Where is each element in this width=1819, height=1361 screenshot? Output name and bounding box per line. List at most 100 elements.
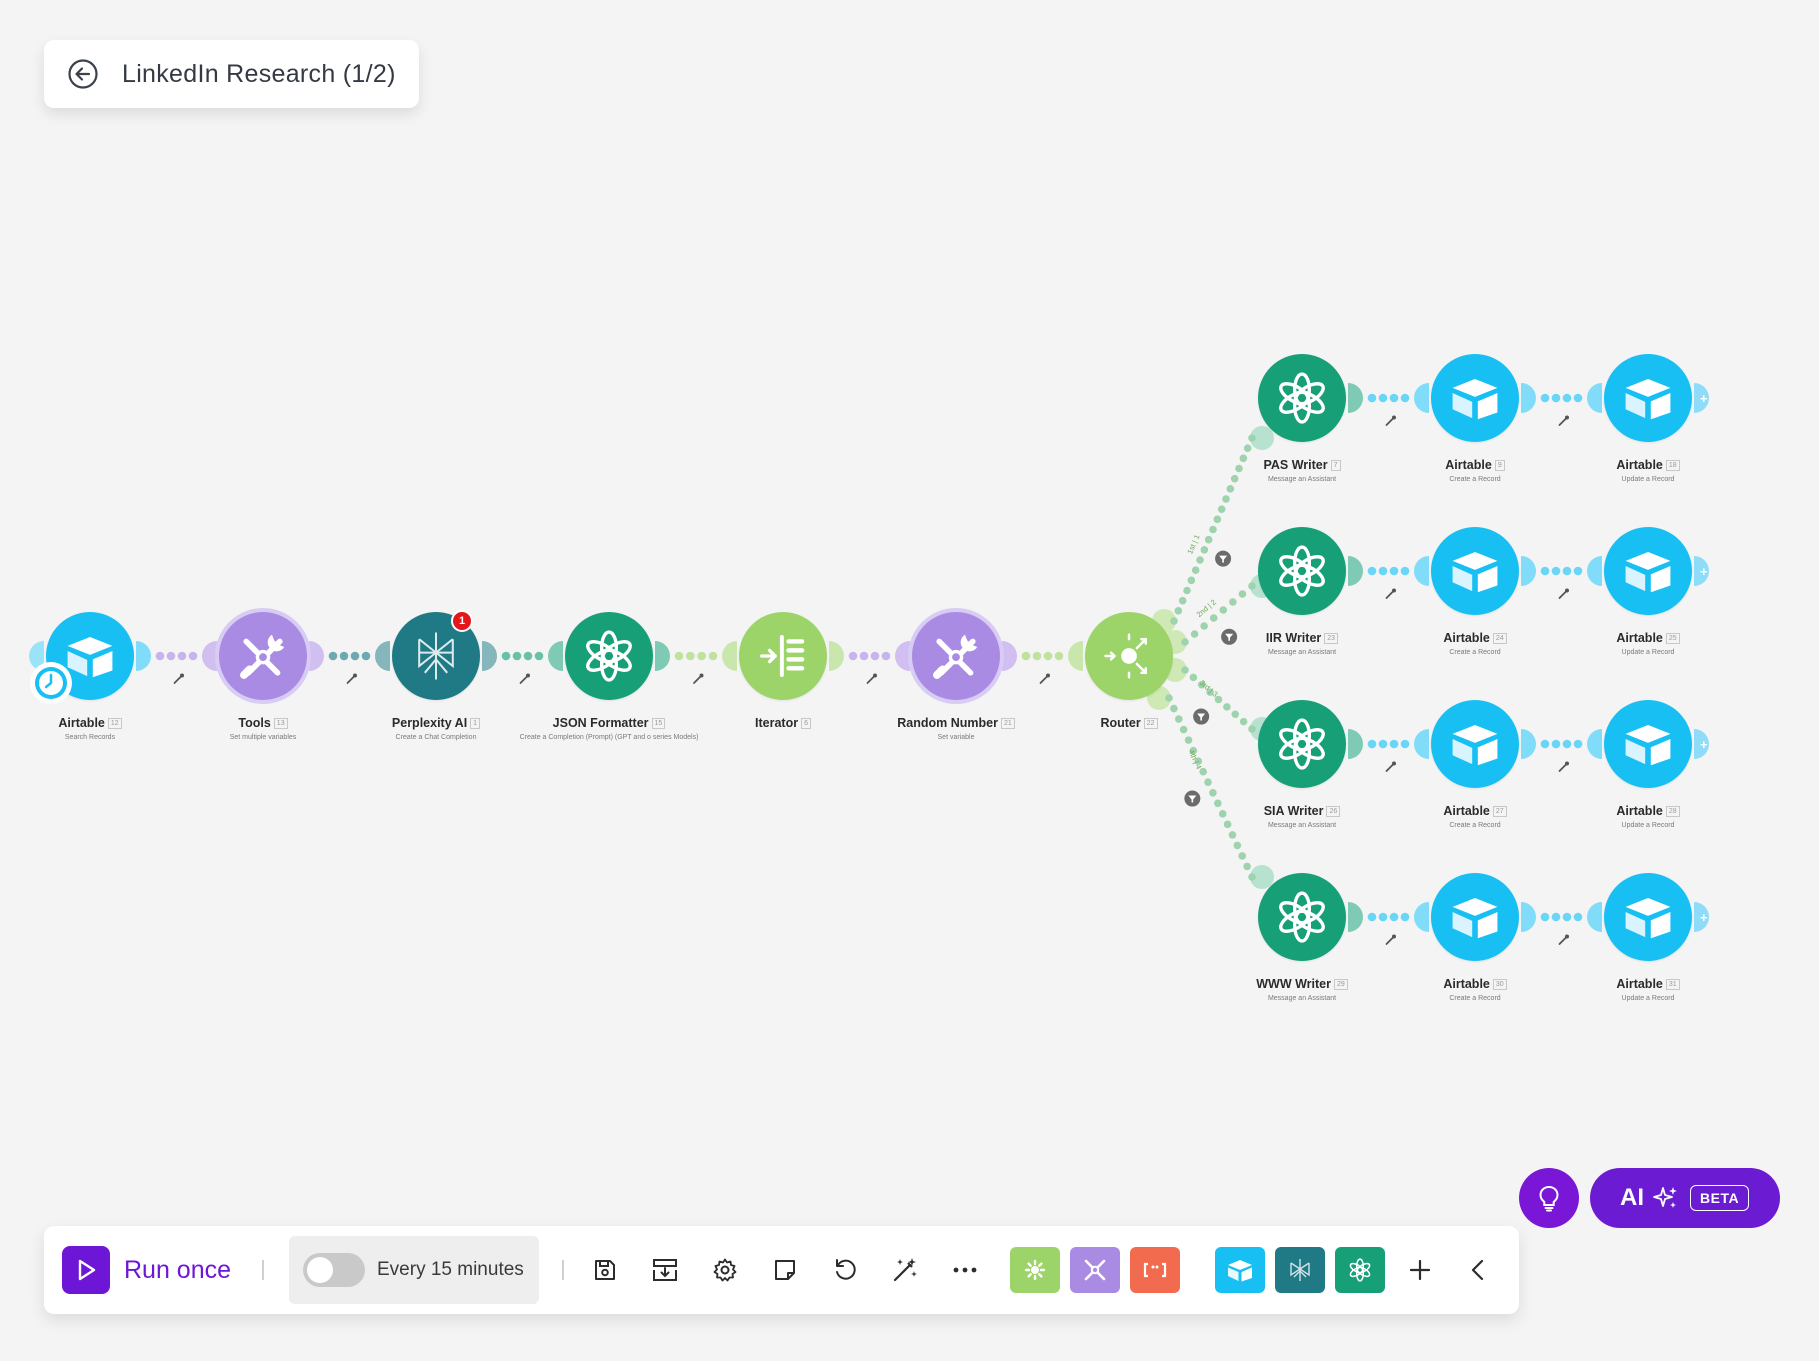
scenario-canvas[interactable]: + + + +1st | 1 2nd | 2 3rd | 3 4th | 4 Airtabl… — [0, 0, 1819, 1361]
module-id: 30 — [1492, 979, 1507, 990]
text-parser-icon[interactable] — [1130, 1247, 1180, 1293]
module-airtable-31[interactable]: Airtable 31 Update a Record — [1528, 873, 1768, 1002]
airtable-icon[interactable] — [1604, 700, 1692, 788]
save-icon[interactable] — [585, 1250, 625, 1290]
collapse-chevron-icon[interactable] — [1458, 1250, 1498, 1290]
module-id: 23 — [1324, 633, 1339, 644]
wrench-icon — [1385, 590, 1395, 599]
airtable-icon[interactable] — [1604, 527, 1692, 615]
tools-icon[interactable] — [219, 612, 307, 700]
openai-icon[interactable] — [1335, 1247, 1385, 1293]
toolbar-divider — [262, 1260, 264, 1280]
openai-icon[interactable] — [1258, 873, 1346, 961]
module-id: 12 — [107, 718, 122, 729]
wrench-icon — [693, 675, 702, 684]
connection-dot — [1248, 873, 1256, 881]
wrench-icon — [866, 675, 876, 684]
iterator-icon[interactable] — [739, 612, 827, 700]
undo-icon[interactable] — [825, 1250, 865, 1290]
airtable-icon[interactable] — [1215, 1247, 1265, 1293]
module-name: Airtable 18 — [1528, 458, 1768, 472]
connection-dot — [1243, 862, 1251, 871]
schedule-interval-label[interactable]: Every 15 minutes — [377, 1259, 524, 1281]
airtable-icon[interactable] — [1604, 873, 1692, 961]
module-id: 29 — [1333, 979, 1348, 990]
openai-icon[interactable] — [1258, 354, 1346, 442]
airtable-icon[interactable] — [1431, 527, 1519, 615]
connection-dot — [1233, 841, 1242, 850]
openai-icon[interactable] — [565, 612, 653, 700]
module-title: Tools — [238, 716, 271, 730]
module-title: Airtable — [1443, 631, 1490, 645]
error-count-badge[interactable]: 1 — [451, 610, 473, 632]
notes-icon[interactable] — [765, 1250, 805, 1290]
perplexity-icon[interactable] — [1275, 1247, 1325, 1293]
flow-control-icon[interactable] — [1010, 1247, 1060, 1293]
airtable-icon[interactable] — [1431, 700, 1519, 788]
lightbulb-icon — [1539, 1185, 1559, 1212]
wrench-icon — [1385, 417, 1395, 426]
module-action: Create a Completion (Prompt) (GPT and o … — [519, 734, 699, 741]
openai-icon[interactable] — [1258, 700, 1346, 788]
toolbar-divider — [562, 1260, 564, 1280]
module-id: 28 — [1665, 806, 1680, 817]
run-once-button[interactable]: Run once — [62, 1246, 231, 1294]
wrench-icon — [519, 675, 529, 684]
schedule-toggle[interactable] — [303, 1253, 365, 1287]
module-title: Airtable — [1616, 804, 1663, 818]
connection-dot — [1243, 444, 1252, 452]
module-router[interactable]: Router 22 — [1009, 612, 1249, 730]
module-airtable-25[interactable]: Airtable 25 Update a Record — [1528, 527, 1768, 656]
tools-icon[interactable] — [912, 612, 1000, 700]
airtable-icon[interactable] — [1431, 354, 1519, 442]
more-icon[interactable] — [945, 1250, 985, 1290]
airtable-icon[interactable] — [1431, 873, 1519, 961]
connection-dot — [1204, 778, 1212, 787]
router-icon[interactable] — [1085, 612, 1173, 700]
connection-dot — [1196, 556, 1204, 564]
module-airtable-28[interactable]: Airtable 28 Update a Record — [1528, 700, 1768, 829]
sparkle-icon — [1652, 1184, 1680, 1212]
wrench-icon — [1385, 936, 1395, 945]
connection-dot — [1226, 485, 1235, 493]
add-icon[interactable] — [1400, 1250, 1440, 1290]
hint-button[interactable] — [1519, 1168, 1579, 1228]
connection-dot — [1248, 434, 1256, 442]
scenario-title[interactable]: LinkedIn Research (1/2) — [122, 60, 396, 89]
connection-dot — [1238, 590, 1247, 598]
route-label: 4th | 4 — [1187, 748, 1204, 771]
connection-dot — [1228, 831, 1237, 839]
connection-dot — [1200, 622, 1208, 630]
module-id: 26 — [1326, 806, 1341, 817]
airtable-icon[interactable] — [1604, 354, 1692, 442]
openai-icon[interactable] — [1258, 527, 1346, 615]
module-action: Update a Record — [1621, 649, 1675, 656]
route-label: 1st | 1 — [1185, 533, 1201, 555]
module-title: Airtable — [1443, 977, 1490, 991]
schedule-control: Every 15 minutes — [289, 1236, 539, 1304]
module-title: Perplexity AI — [391, 716, 468, 730]
module-id: 24 — [1492, 633, 1507, 644]
auto-align-icon[interactable] — [885, 1250, 925, 1290]
play-icon — [62, 1246, 110, 1294]
ai-label: AI — [1620, 1184, 1644, 1211]
module-id: 9 — [1494, 460, 1505, 471]
ai-assistant-button[interactable]: AI BETA — [1590, 1168, 1780, 1228]
module-title: Airtable — [1616, 458, 1663, 472]
back-arrow-icon[interactable] — [66, 57, 100, 91]
connection-dot — [1183, 586, 1191, 595]
wrench-icon — [346, 675, 356, 684]
module-title: WWW Writer — [1256, 977, 1331, 991]
module-airtable-18[interactable]: Airtable 18 Update a Record — [1528, 354, 1768, 483]
module-id: 18 — [1665, 460, 1680, 471]
wrench-icon — [1385, 763, 1395, 772]
settings-icon[interactable] — [705, 1250, 745, 1290]
schedule-clock-icon[interactable] — [30, 662, 72, 704]
connection-dot — [1187, 576, 1196, 585]
tools-icon[interactable] — [1070, 1247, 1120, 1293]
module-id: 1 — [470, 718, 481, 729]
module-title: SIA Writer — [1263, 804, 1324, 818]
module-id: 6 — [801, 718, 811, 729]
module-name: Airtable 25 — [1528, 631, 1768, 645]
import-blueprint-icon[interactable] — [645, 1250, 685, 1290]
